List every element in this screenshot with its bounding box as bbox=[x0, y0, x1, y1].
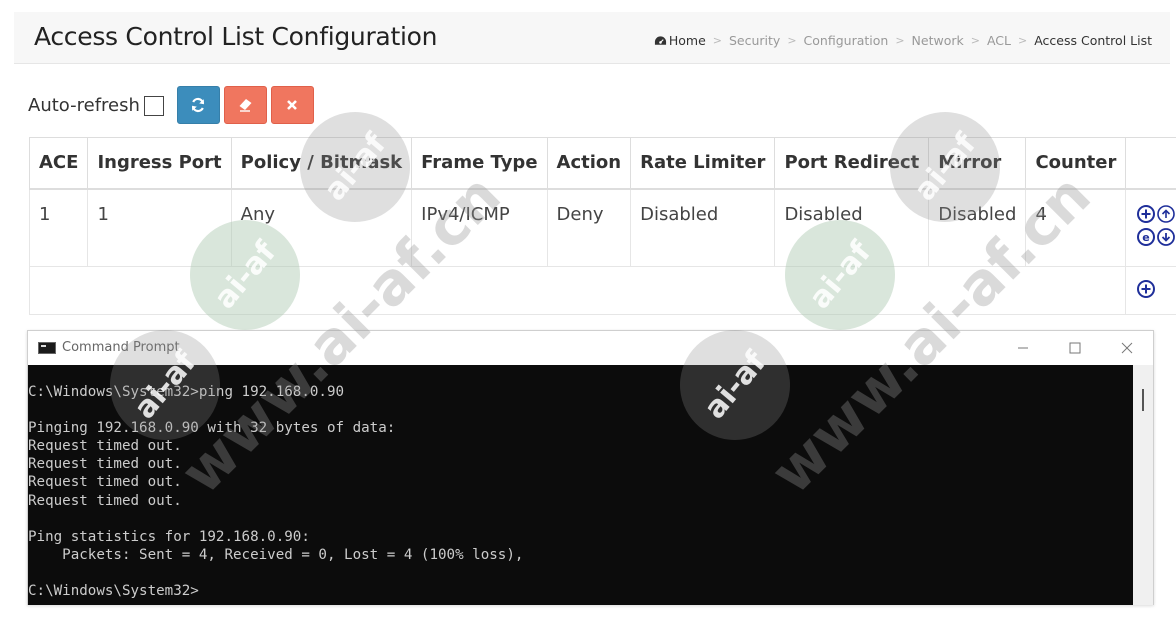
minimize-icon bbox=[1018, 347, 1028, 348]
cell-ace[interactable]: 1 bbox=[28, 188, 89, 267]
breadcrumb-separator: > bbox=[895, 34, 905, 47]
cell-counter: 4 bbox=[1025, 188, 1127, 267]
remove-all-button[interactable] bbox=[270, 86, 314, 124]
cell-policy: Any bbox=[230, 188, 413, 267]
move-up-icon[interactable] bbox=[1156, 204, 1176, 224]
console-line: Request timed out. bbox=[28, 438, 182, 455]
cell-ingress-port: 1 bbox=[87, 188, 232, 267]
console-line: C:\Windows\System32>ping 192.168.0.90 bbox=[28, 384, 345, 400]
maximize-button[interactable] bbox=[1049, 331, 1101, 364]
breadcrumb-separator: > bbox=[970, 34, 980, 47]
command-prompt-scrollbar[interactable] bbox=[1133, 365, 1153, 605]
cell-mirror: Disabled bbox=[928, 188, 1027, 267]
breadcrumb-acl[interactable]: ACL bbox=[987, 33, 1011, 48]
breadcrumb-network[interactable]: Network bbox=[912, 33, 964, 48]
cell-frame-type: IPv4/ICMP bbox=[411, 188, 548, 267]
column-header-ace: ACE bbox=[28, 137, 89, 190]
column-header-frame-type: Frame Type bbox=[411, 137, 548, 190]
close-icon bbox=[287, 100, 298, 110]
console-line: Packets: Sent = 4, Received = 0, Lost = … bbox=[28, 546, 524, 563]
cell-row-actions: e bbox=[1125, 188, 1176, 267]
cell-rate-limiter: Disabled bbox=[630, 188, 776, 267]
command-prompt-title: Command Prompt bbox=[62, 340, 180, 355]
refresh-button[interactable] bbox=[176, 86, 220, 124]
column-header-actions bbox=[1125, 137, 1176, 190]
close-icon bbox=[1121, 342, 1133, 353]
edit-icon[interactable]: e bbox=[1136, 227, 1156, 247]
eraser-icon bbox=[239, 99, 252, 112]
dashboard-icon bbox=[654, 35, 666, 45]
column-header-policy: Policy / Bitmask bbox=[230, 137, 413, 190]
breadcrumb-separator: > bbox=[712, 34, 722, 47]
console-line: Request timed out. bbox=[28, 492, 182, 509]
page-header: Access Control List Configuration Home >… bbox=[14, 12, 1170, 64]
breadcrumb-separator: > bbox=[1018, 34, 1028, 47]
console-line: Ping statistics for 192.168.0.90: bbox=[28, 528, 310, 545]
clear-button[interactable] bbox=[223, 86, 267, 124]
console-line: Request timed out. bbox=[28, 456, 182, 473]
column-header-port-redirect: Port Redirect bbox=[774, 137, 930, 190]
auto-refresh-label: Auto-refresh bbox=[28, 94, 140, 116]
command-prompt-output[interactable]: C:\Windows\System32>ping 192.168.0.90 Pi… bbox=[28, 365, 1135, 605]
table-row: 1 1 Any IPv4/ICMP Deny Disabled Disabled… bbox=[28, 188, 1176, 267]
insert-before-icon[interactable] bbox=[1136, 204, 1156, 224]
column-header-rate-limiter: Rate Limiter bbox=[630, 137, 776, 190]
minimize-button[interactable] bbox=[997, 331, 1049, 364]
page-title: Access Control List Configuration bbox=[34, 22, 438, 51]
window-controls bbox=[997, 331, 1153, 364]
breadcrumb-access-control-list: Access Control List bbox=[1034, 33, 1152, 48]
terminal-icon bbox=[38, 341, 56, 354]
close-window-button[interactable] bbox=[1101, 331, 1153, 364]
breadcrumb: Home > Security > Configuration > Networ… bbox=[654, 33, 1152, 48]
cell-add-new bbox=[1125, 266, 1176, 315]
refresh-icon bbox=[192, 97, 205, 113]
svg-text:e: e bbox=[1143, 231, 1150, 244]
add-row-spacer bbox=[28, 266, 1127, 315]
command-prompt-titlebar[interactable]: Command Prompt bbox=[28, 331, 1153, 364]
console-line: Pinging 192.168.0.90 with 32 bytes of da… bbox=[28, 420, 396, 437]
add-entry-icon[interactable] bbox=[1136, 279, 1156, 299]
toolbar: Auto-refresh bbox=[28, 86, 318, 124]
column-header-action: Action bbox=[546, 137, 632, 190]
auto-refresh-checkbox[interactable] bbox=[143, 96, 164, 116]
console-line: Request timed out. bbox=[28, 474, 182, 491]
breadcrumb-configuration[interactable]: Configuration bbox=[804, 33, 889, 48]
column-header-ingress-port: Ingress Port bbox=[87, 137, 232, 190]
move-down-icon[interactable] bbox=[1156, 227, 1176, 247]
console-line: C:\Windows\System32> bbox=[28, 583, 199, 600]
breadcrumb-security[interactable]: Security bbox=[729, 33, 780, 48]
column-header-counter: Counter bbox=[1025, 137, 1127, 190]
cell-port-redirect: Disabled bbox=[774, 188, 930, 267]
breadcrumb-separator: > bbox=[787, 34, 797, 47]
breadcrumb-home[interactable]: Home bbox=[669, 33, 706, 48]
acl-table: ACE Ingress Port Policy / Bitmask Frame … bbox=[28, 137, 1176, 315]
command-prompt-window: Command Prompt C:\Windows\System32>ping … bbox=[27, 330, 1154, 605]
scrollbar-thumb[interactable] bbox=[1142, 389, 1144, 411]
maximize-icon bbox=[1069, 342, 1081, 353]
column-header-mirror: Mirror bbox=[928, 137, 1027, 190]
table-add-row bbox=[28, 266, 1176, 315]
table-header-row: ACE Ingress Port Policy / Bitmask Frame … bbox=[28, 137, 1176, 190]
cell-action: Deny bbox=[546, 188, 632, 267]
